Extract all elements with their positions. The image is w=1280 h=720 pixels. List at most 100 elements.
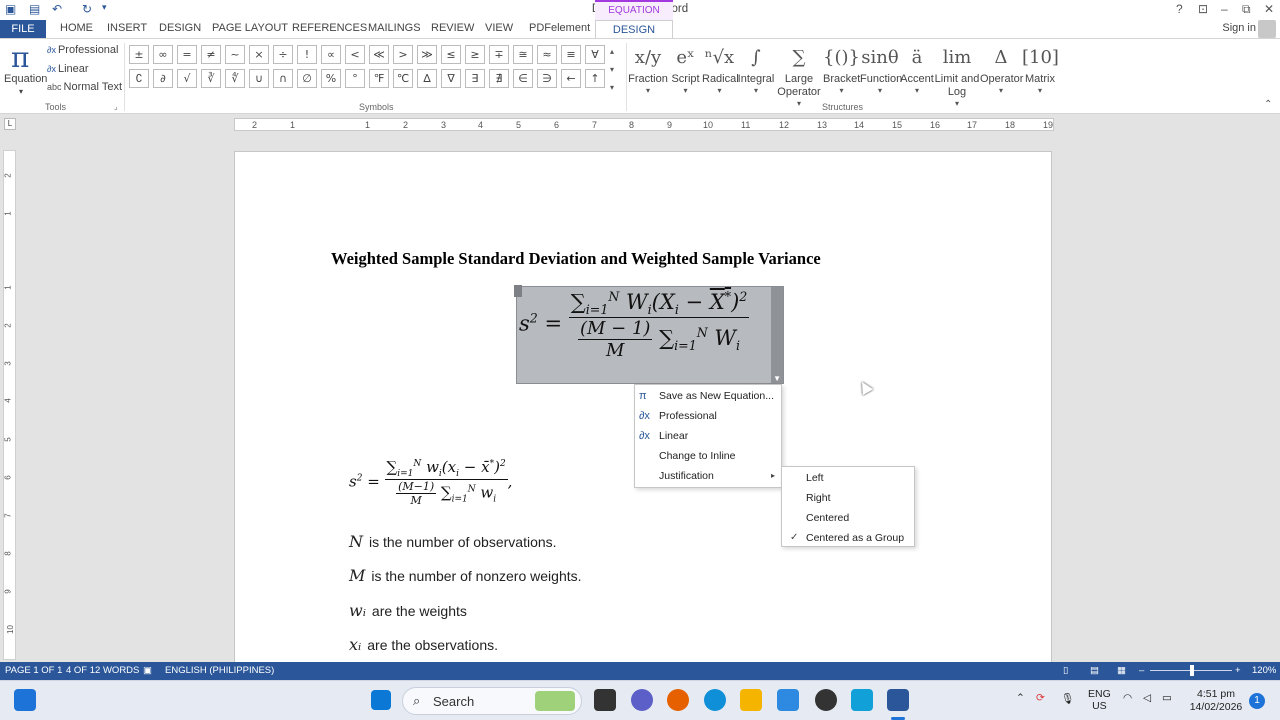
microphone-icon[interactable]: 🎙 bbox=[1061, 692, 1074, 705]
tab-equation-design[interactable]: DESIGN bbox=[595, 20, 673, 39]
symbol-button[interactable]: ∩ bbox=[273, 69, 293, 88]
selected-equation[interactable]: s2 = ∑i=1N Wi(Xi − X*)2 (M − 1) M ∑i=1N Wi… bbox=[514, 285, 784, 384]
professional-button[interactable]: ∂x Professional bbox=[47, 44, 119, 56]
symbol-button[interactable]: ≡ bbox=[561, 45, 581, 64]
tab-view[interactable]: VIEW bbox=[485, 22, 513, 34]
tab-review[interactable]: REVIEW bbox=[431, 22, 474, 34]
symbol-button[interactable]: < bbox=[345, 45, 365, 64]
definition-line[interactable]: wᵢ are the weights bbox=[349, 601, 467, 620]
clock[interactable]: 4:51 pm 14/02/2026 bbox=[1189, 688, 1243, 714]
zoom-level[interactable]: 120% bbox=[1252, 665, 1276, 676]
structure-accent-button[interactable]: ä Accent ▾ bbox=[900, 43, 934, 95]
file-explorer-icon[interactable] bbox=[740, 689, 762, 711]
print-layout-icon[interactable]: ▤ bbox=[1090, 665, 1099, 676]
snipping-tool-icon[interactable] bbox=[777, 689, 799, 711]
tab-design[interactable]: DESIGN bbox=[159, 22, 201, 34]
symbol-button[interactable]: ℉ bbox=[369, 69, 389, 88]
structure-fraction-button[interactable]: x/y Fraction ▾ bbox=[627, 43, 669, 95]
symbol-button[interactable]: × bbox=[249, 45, 269, 64]
tab-selector[interactable]: L bbox=[4, 118, 16, 130]
word-taskbar-icon[interactable] bbox=[887, 689, 909, 711]
symbol-button[interactable]: ≈ bbox=[537, 45, 557, 64]
symbol-button[interactable]: ← bbox=[561, 69, 581, 88]
start-windows-icon[interactable] bbox=[371, 690, 391, 710]
symbol-button[interactable]: ≠ bbox=[201, 45, 221, 64]
notification-badge[interactable]: 1 bbox=[1249, 693, 1265, 709]
symbol-button[interactable]: ÷ bbox=[273, 45, 293, 64]
symbol-button[interactable]: ∝ bbox=[321, 45, 341, 64]
symbol-button[interactable]: ∞ bbox=[153, 45, 173, 64]
definition-line[interactable]: Mis the number of nonzero weights. bbox=[349, 566, 582, 585]
symbol-button[interactable]: ∄ bbox=[489, 69, 509, 88]
horizontal-ruler[interactable]: 2 1 1 2 3 4 5 6 7 8 9 10 11 12 13 14 15 16 17 18 19 bbox=[234, 118, 1054, 131]
sign-in-link[interactable]: Sign in bbox=[1222, 22, 1256, 34]
symbol-button[interactable]: ° bbox=[345, 69, 365, 88]
symbol-button[interactable]: > bbox=[393, 45, 413, 64]
symbol-button[interactable]: ∆ bbox=[417, 69, 437, 88]
menu-item-centered[interactable]: Centered bbox=[782, 508, 914, 528]
symbol-button[interactable]: ℃ bbox=[393, 69, 413, 88]
linear-button[interactable]: ∂x Linear bbox=[47, 63, 89, 75]
avatar[interactable] bbox=[1258, 20, 1276, 38]
symbol-button[interactable]: ∀ bbox=[585, 45, 605, 64]
show-hidden-icons-icon[interactable]: ⌃ bbox=[1016, 692, 1025, 704]
symbol-button[interactable]: ∪ bbox=[249, 69, 269, 88]
menu-item-save-as-new-equation[interactable]: π Save as New Equation... bbox=[635, 386, 781, 406]
definition-line[interactable]: Nis the number of observations. bbox=[349, 532, 557, 551]
structure-function-button[interactable]: sinθ Function ▾ bbox=[860, 43, 902, 95]
zoom-slider-thumb[interactable] bbox=[1190, 665, 1194, 676]
gallery-scroll-up-icon[interactable]: ▴ bbox=[610, 47, 614, 56]
ribbon-display-options-icon[interactable]: ⊡ bbox=[1198, 2, 1208, 16]
symbol-button[interactable]: ∈ bbox=[513, 69, 533, 88]
symbol-button[interactable]: = bbox=[177, 45, 197, 64]
chrome-icon[interactable] bbox=[815, 689, 837, 711]
tab-file[interactable]: FILE bbox=[0, 20, 46, 38]
normal-text-button[interactable]: abc Normal Text bbox=[47, 81, 122, 93]
symbol-button[interactable]: ± bbox=[129, 45, 149, 64]
symbol-button[interactable]: ≥ bbox=[465, 45, 485, 64]
menu-item-left[interactable]: Left bbox=[782, 468, 914, 488]
tab-mailings[interactable]: MAILINGS bbox=[368, 22, 421, 34]
tab-page-layout[interactable]: PAGE LAYOUT bbox=[212, 22, 288, 34]
vertical-ruler[interactable]: 2 1 1 2 3 4 5 6 7 8 9 10 bbox=[3, 150, 16, 660]
taskbar-search[interactable]: ⌕ Search bbox=[402, 687, 582, 715]
structure-limit-and-log-button[interactable]: lim Limit and Log ▾ bbox=[934, 43, 980, 108]
dialog-launcher-icon[interactable]: ⌟ bbox=[114, 102, 118, 111]
symbol-button[interactable]: ∋ bbox=[537, 69, 557, 88]
volume-icon[interactable]: ◁ bbox=[1143, 692, 1151, 704]
menu-item-centered-as-a-group[interactable]: ✓ Centered as a Group bbox=[782, 528, 914, 548]
firefox-icon[interactable] bbox=[667, 689, 689, 711]
menu-item-justification[interactable]: Justification ▸ bbox=[635, 466, 781, 486]
symbol-button[interactable]: % bbox=[321, 69, 341, 88]
symbol-button[interactable]: ∃ bbox=[465, 69, 485, 88]
structure-large-operator-button[interactable]: ∑ Large Operator ▾ bbox=[775, 43, 823, 108]
task-view-icon[interactable] bbox=[594, 689, 616, 711]
zoom-out-button[interactable]: – bbox=[1139, 665, 1144, 676]
collapse-ribbon-icon[interactable]: ⌃ bbox=[1264, 99, 1272, 110]
equation-options-handle[interactable]: ▼ bbox=[771, 287, 783, 383]
sync-icon[interactable]: ⟳ bbox=[1036, 692, 1045, 704]
restore-button[interactable]: ⧉ bbox=[1242, 2, 1251, 17]
web-layout-icon[interactable]: ▦ bbox=[1117, 665, 1126, 676]
chat-icon[interactable] bbox=[631, 689, 653, 711]
equation-button[interactable]: Equation ▾ bbox=[4, 73, 47, 97]
gallery-more-icon[interactable]: ▾ bbox=[610, 83, 614, 92]
close-button[interactable]: ✕ bbox=[1264, 2, 1274, 16]
read-mode-icon[interactable]: ▯ bbox=[1063, 665, 1068, 676]
page-count[interactable]: PAGE 1 OF 1 bbox=[5, 665, 62, 676]
menu-item-professional[interactable]: ∂x Professional bbox=[635, 406, 781, 426]
symbol-button[interactable]: ∛ bbox=[201, 69, 221, 88]
word-count[interactable]: 4 OF 12 WORDS bbox=[66, 665, 139, 676]
structure-operator-button[interactable]: Δ Operator ▾ bbox=[980, 43, 1023, 95]
battery-icon[interactable]: ▭ bbox=[1162, 692, 1172, 704]
equation-pi-icon[interactable]: π bbox=[11, 41, 29, 74]
notepad-icon[interactable] bbox=[851, 689, 873, 711]
symbol-button[interactable]: ∇ bbox=[441, 69, 461, 88]
document-heading[interactable]: Weighted Sample Standard Deviation and W… bbox=[331, 249, 821, 269]
zoom-in-button[interactable]: + bbox=[1235, 665, 1241, 676]
tab-home[interactable]: HOME bbox=[60, 22, 93, 34]
menu-item-right[interactable]: Right bbox=[782, 488, 914, 508]
symbol-button[interactable]: ≪ bbox=[369, 45, 389, 64]
definition-line[interactable]: xᵢ are the observations. bbox=[349, 635, 498, 654]
symbol-button[interactable]: ! bbox=[297, 45, 317, 64]
